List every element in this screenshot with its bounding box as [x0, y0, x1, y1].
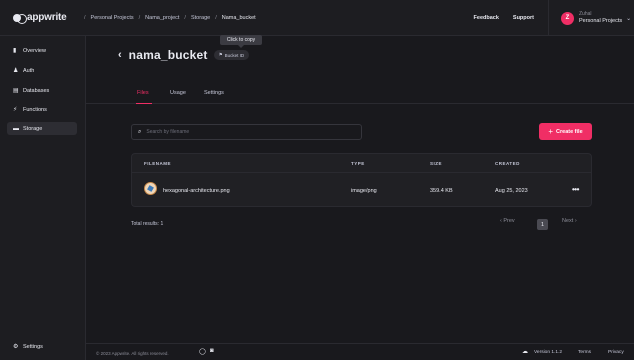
breadcrumb: / Personal Projects / Nama_project / Sto… — [84, 14, 256, 21]
cloud-icon: ☁ — [522, 349, 528, 355]
tag-icon: ⚑ — [218, 52, 223, 57]
avatar: Z — [561, 11, 574, 25]
database-icon: ▤ — [13, 88, 19, 94]
support-link[interactable]: Support — [513, 15, 534, 21]
column-type[interactable]: TYPE — [351, 161, 365, 166]
column-size[interactable]: SIZE — [430, 161, 442, 166]
prev-page-button[interactable]: ‹ Prev — [500, 218, 515, 224]
column-created[interactable]: CREATED — [495, 161, 520, 166]
sidebar-item-label: Databases — [23, 87, 50, 94]
folder-icon: ▬ — [13, 125, 19, 132]
sidebar-item-overview[interactable]: ▮ Overview — [7, 44, 77, 57]
top-bar: appwrite / Personal Projects / Nama_proj… — [0, 0, 634, 36]
appwrite-logo[interactable]: appwrite — [13, 12, 79, 24]
gear-icon: ⚙ — [13, 344, 19, 350]
sidebar-item-label: Settings — [23, 343, 43, 350]
active-tab-indicator — [136, 103, 152, 104]
table-row[interactable]: hexagonal-architecture.png image/png 359… — [132, 173, 591, 207]
search-input[interactable] — [146, 129, 327, 135]
next-page-button[interactable]: Next › — [562, 218, 577, 224]
back-icon[interactable]: ‹ — [118, 49, 122, 61]
version-label: Version 1.1.2 — [534, 350, 563, 355]
bucket-id-chip[interactable]: ⚑ Bucket ID — [213, 50, 250, 60]
user-org: Personal Projects — [579, 18, 623, 24]
chevron-down-icon: ⌄ — [626, 15, 632, 22]
user-name: Zuhal — [579, 11, 592, 17]
sidebar-item-label: Overview — [23, 47, 46, 54]
sidebar-item-settings[interactable]: ⚙ Settings — [7, 340, 77, 353]
breadcrumb-bucket: Nama_bucket — [221, 14, 256, 21]
tab-usage[interactable]: Usage — [170, 90, 186, 96]
users-icon: ♟ — [13, 68, 19, 74]
copyright-text: © 2023 Appwrite. All rights reserved. — [96, 351, 169, 356]
terms-link[interactable]: Terms — [578, 350, 591, 355]
sidebar-item-label: Storage — [23, 125, 43, 132]
lightning-icon: ⚡ — [13, 107, 18, 113]
sidebar-item-databases[interactable]: ▤ Databases — [7, 84, 77, 97]
bucket-id-label: Bucket ID — [224, 52, 245, 58]
total-results: Total results: 1 — [131, 221, 164, 227]
file-thumbnail — [144, 182, 157, 195]
feedback-link[interactable]: Feedback — [474, 15, 499, 21]
page-title: nama_bucket — [128, 48, 208, 62]
search-box: ⌕ — [131, 124, 362, 140]
breadcrumb-project[interactable]: Nama_project — [145, 15, 179, 21]
more-options-icon[interactable]: ••• — [572, 185, 579, 194]
sidebar-item-label: Functions — [23, 106, 47, 113]
github-icon[interactable]: ◯ — [199, 348, 206, 355]
copy-tooltip: Click to copy — [220, 35, 262, 48]
breadcrumb-storage[interactable]: Storage — [191, 15, 210, 21]
page-number-current[interactable]: 1 — [537, 219, 548, 230]
logo-icon — [13, 13, 27, 24]
sidebar-item-auth[interactable]: ♟ Auth — [7, 64, 77, 77]
privacy-link[interactable]: Privacy — [608, 350, 624, 355]
discord-icon[interactable]: ◙ — [210, 348, 214, 354]
table-header: FILENAME TYPE SIZE CREATED — [132, 154, 591, 173]
file-name[interactable]: hexagonal-architecture.png — [163, 188, 230, 194]
sidebar-item-functions[interactable]: ⚡ Functions — [7, 103, 77, 116]
breadcrumb-org[interactable]: Personal Projects — [91, 15, 134, 21]
logo-text: appwrite — [27, 12, 67, 23]
plus-icon: + — [548, 127, 554, 136]
sidebar-item-label: Auth — [23, 67, 35, 74]
user-menu[interactable]: Z Zuhal Personal Projects ⌄ — [548, 0, 634, 36]
create-file-label: Create file — [556, 128, 583, 135]
file-created: Aug 25, 2023 — [495, 188, 528, 194]
search-icon: ⌕ — [138, 128, 142, 135]
sidebar-item-storage[interactable]: ▬ Storage — [7, 122, 77, 135]
file-size: 359.4 KB — [430, 188, 453, 194]
sidebar: ▮ Overview ♟ Auth ▤ Databases ⚡ Function… — [0, 36, 86, 360]
bar-chart-icon: ▮ — [13, 48, 17, 54]
tab-bar: Files Usage Settings — [86, 84, 634, 104]
tab-settings[interactable]: Settings — [204, 90, 224, 96]
column-filename[interactable]: FILENAME — [144, 161, 171, 166]
tab-files[interactable]: Files — [137, 90, 149, 96]
page-header: ‹ nama_bucket ⚑ Bucket ID — [118, 48, 250, 62]
create-file-button[interactable]: + Create file — [539, 123, 592, 140]
footer: © 2023 Appwrite. All rights reserved. ◯ … — [86, 343, 634, 360]
file-type: image/png — [351, 188, 377, 194]
files-table: FILENAME TYPE SIZE CREATED hexagonal-arc… — [131, 153, 592, 207]
